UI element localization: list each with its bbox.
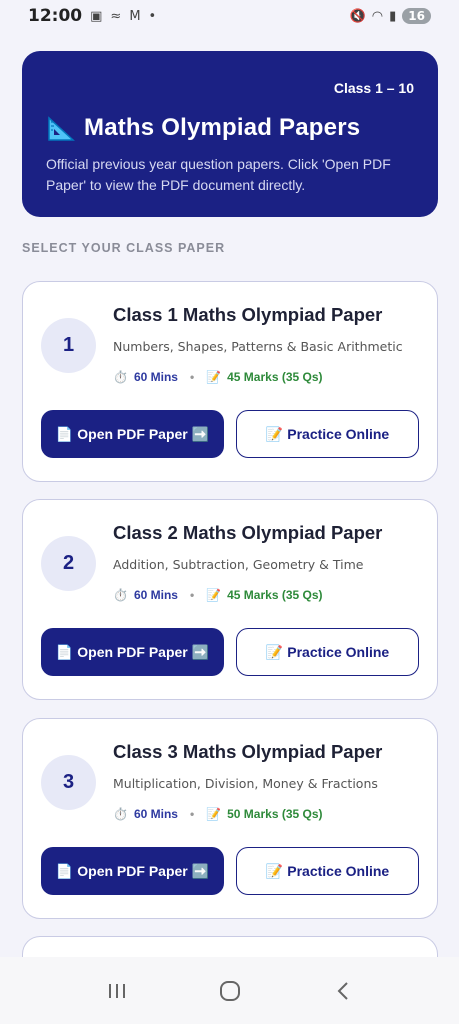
stopwatch-icon: ⏱️ bbox=[113, 807, 128, 821]
gmail-icon: M bbox=[129, 8, 141, 24]
paper-meta: ⏱️ 60 Mins • 📝 50 Marks (35 Qs) bbox=[113, 807, 323, 821]
paper-meta: ⏱️ 60 Mins • 📝 45 Marks (35 Qs) bbox=[113, 588, 323, 602]
paper-marks: 50 Marks (35 Qs) bbox=[227, 807, 323, 821]
open-pdf-button[interactable]: 📄 Open PDF Paper ➡️ bbox=[41, 847, 224, 895]
document-icon: 📄 bbox=[55, 862, 74, 879]
triangle-ruler-icon bbox=[46, 113, 76, 143]
open-pdf-button[interactable]: 📄 Open PDF Paper ➡️ bbox=[41, 628, 224, 676]
practice-online-label: Practice Online bbox=[287, 426, 390, 442]
signal-icon: ▮ bbox=[389, 8, 397, 24]
system-nav-bar bbox=[0, 957, 459, 1024]
practice-online-label: Practice Online bbox=[287, 644, 390, 660]
memo-icon: 📝 bbox=[206, 370, 222, 384]
paper-title: Class 3 Maths Olympiad Paper bbox=[113, 741, 383, 762]
wifi-icon: ◠ bbox=[371, 8, 384, 24]
screenshot-icon: ▣ bbox=[90, 8, 103, 24]
document-icon: 📄 bbox=[55, 425, 74, 442]
meta-separator: • bbox=[189, 807, 195, 821]
memo-icon: 📝 bbox=[206, 588, 222, 602]
document-icon: 📄 bbox=[55, 643, 74, 660]
paper-card-class-2: 2 Class 2 Maths Olympiad Paper Addition,… bbox=[22, 499, 438, 700]
practice-online-button[interactable]: 📝 Practice Online bbox=[236, 410, 419, 458]
practice-online-button[interactable]: 📝 Practice Online bbox=[236, 847, 419, 895]
battery-indicator: 16 bbox=[402, 8, 431, 24]
back-button[interactable] bbox=[323, 971, 363, 1011]
paper-card-class-1: 1 Class 1 Maths Olympiad Paper Numbers, … bbox=[22, 281, 438, 482]
header-subtitle: Official previous year question papers. … bbox=[46, 156, 391, 193]
paper-duration: 60 Mins bbox=[133, 807, 178, 821]
wifi-calling-icon: ≈ bbox=[110, 8, 122, 24]
paper-title: Class 2 Maths Olympiad Paper bbox=[113, 522, 383, 543]
memo-icon: 📝 bbox=[265, 425, 284, 442]
class-number-badge: 2 bbox=[41, 536, 96, 591]
status-right: 🔇 ◠ ▮ 16 bbox=[350, 8, 431, 24]
paper-card-class-3: 3 Class 3 Maths Olympiad Paper Multiplic… bbox=[22, 718, 438, 919]
stopwatch-icon: ⏱️ bbox=[113, 370, 128, 384]
meta-separator: • bbox=[189, 370, 195, 384]
paper-topics: Multiplication, Division, Money & Fracti… bbox=[113, 776, 378, 791]
paper-topics: Numbers, Shapes, Patterns & Basic Arithm… bbox=[113, 339, 403, 354]
practice-online-label: Practice Online bbox=[287, 863, 390, 879]
paper-duration: 60 Mins bbox=[133, 588, 178, 602]
memo-icon: 📝 bbox=[206, 807, 222, 821]
memo-icon: 📝 bbox=[265, 643, 284, 660]
practice-online-button[interactable]: 📝 Practice Online bbox=[236, 628, 419, 676]
paper-duration: 60 Mins bbox=[133, 370, 178, 384]
status-left: 12:00 ▣ ≈ M • bbox=[28, 6, 156, 26]
recent-apps-button[interactable] bbox=[97, 971, 137, 1011]
right-arrow-icon: ➡️ bbox=[191, 862, 210, 879]
stopwatch-icon: ⏱️ bbox=[113, 588, 128, 602]
home-icon bbox=[219, 980, 240, 1001]
memo-icon: 📝 bbox=[265, 862, 284, 879]
mute-icon: 🔇 bbox=[349, 8, 366, 24]
page-title: Maths Olympiad Papers bbox=[84, 114, 361, 141]
paper-meta: ⏱️ 60 Mins • 📝 45 Marks (35 Qs) bbox=[113, 370, 323, 384]
home-button[interactable] bbox=[210, 971, 250, 1011]
open-pdf-label: Open PDF Paper bbox=[77, 426, 188, 442]
open-pdf-button[interactable]: 📄 Open PDF Paper ➡️ bbox=[41, 410, 224, 458]
paper-marks: 45 Marks (35 Qs) bbox=[227, 588, 323, 602]
paper-marks: 45 Marks (35 Qs) bbox=[227, 370, 323, 384]
paper-title: Class 1 Maths Olympiad Paper bbox=[113, 304, 383, 325]
class-number-badge: 1 bbox=[41, 318, 96, 373]
class-number-badge: 3 bbox=[41, 755, 96, 810]
right-arrow-icon: ➡️ bbox=[191, 425, 210, 442]
open-pdf-label: Open PDF Paper bbox=[77, 644, 188, 660]
meta-separator: • bbox=[189, 588, 195, 602]
right-arrow-icon: ➡️ bbox=[191, 643, 210, 660]
open-pdf-label: Open PDF Paper bbox=[77, 863, 188, 879]
paper-topics: Addition, Subtraction, Geometry & Time bbox=[113, 557, 364, 572]
section-label: SELECT YOUR CLASS PAPER bbox=[22, 241, 226, 255]
status-time: 12:00 bbox=[28, 6, 83, 26]
class-range-label: Class 1 – 10 bbox=[333, 80, 414, 96]
header-card: Class 1 – 10 Maths Olympiad Papers Offic… bbox=[22, 51, 438, 217]
back-icon bbox=[337, 981, 348, 1000]
recent-apps-icon bbox=[108, 983, 125, 998]
status-bar: 12:00 ▣ ≈ M • 🔇 ◠ ▮ 16 bbox=[0, 0, 459, 32]
notification-dot-icon: • bbox=[148, 8, 157, 24]
header-title-row: Maths Olympiad Papers bbox=[46, 113, 360, 143]
